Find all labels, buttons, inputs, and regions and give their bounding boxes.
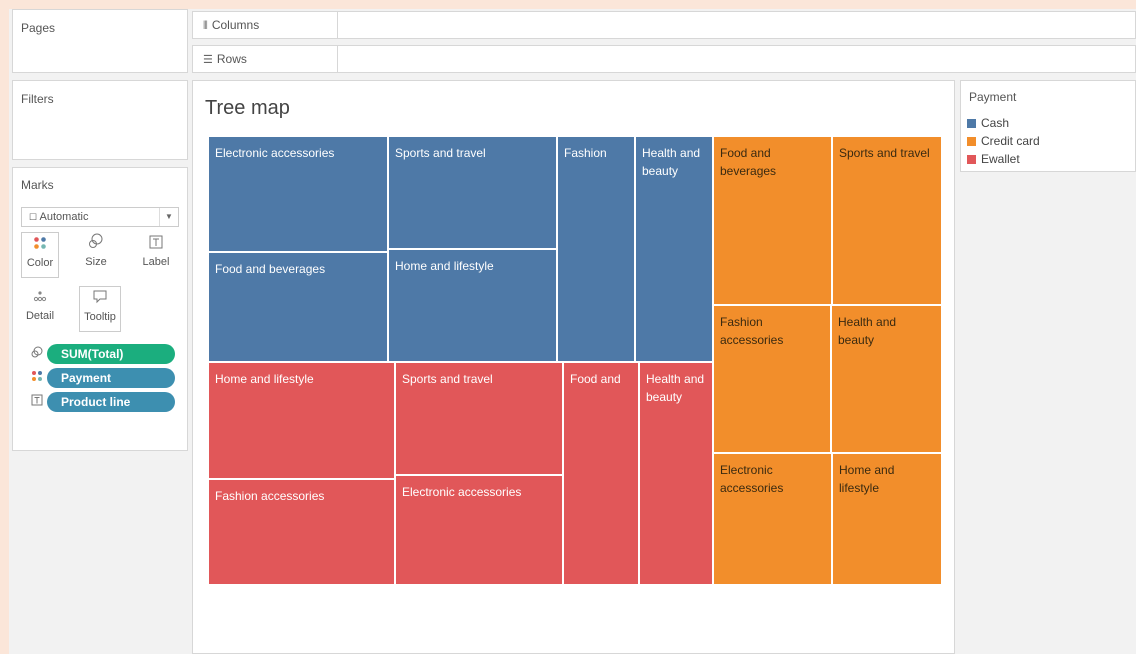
legend-label: Cash <box>981 116 1010 130</box>
color-button-label: Color <box>26 257 54 269</box>
size-button-label: Size <box>85 256 107 268</box>
columns-icon: ⦀ <box>203 20 208 32</box>
legend-item-credit-card[interactable]: Credit card <box>967 133 1040 149</box>
rows-icon: ☰ <box>203 54 213 66</box>
filters-title: Filters <box>21 92 54 106</box>
legend-item-cash[interactable]: Cash <box>967 115 1009 131</box>
legend-swatch <box>967 155 976 164</box>
detail-icon <box>21 286 59 310</box>
product-line-pill[interactable]: Product line <box>47 392 175 412</box>
label-icon <box>137 232 175 256</box>
legend-label: Ewallet <box>981 152 1020 166</box>
payment-pill[interactable]: Payment <box>47 368 175 388</box>
color-button[interactable]: Color <box>21 232 59 278</box>
detail-button[interactable]: Detail <box>21 286 59 332</box>
treemap-tile[interactable]: Fashion accessories <box>208 479 395 585</box>
treemap-tile[interactable]: Home and lifestyle <box>388 249 557 362</box>
legend-label: Credit card <box>981 134 1040 148</box>
treemap-tile[interactable]: Health and beauty <box>639 362 713 585</box>
legend-title: Payment <box>969 90 1017 104</box>
treemap-tile[interactable]: Health and beauty <box>635 136 713 362</box>
tooltip-button[interactable]: Tooltip <box>79 286 121 332</box>
detail-button-label: Detail <box>25 310 55 322</box>
color-icon <box>22 233 58 257</box>
payment-legend[interactable]: Payment Cash Credit card Ewallet <box>960 80 1136 172</box>
pages-title: Pages <box>21 21 56 35</box>
view-title: Tree map <box>205 97 290 119</box>
view-panel: Tree map Electronic accessories Food and… <box>192 80 955 654</box>
treemap-tile[interactable]: Electronic accessories <box>713 453 832 585</box>
marks-title: Marks <box>21 178 54 192</box>
size-icon <box>77 232 115 256</box>
label-button-label: Label <box>142 256 170 268</box>
chevron-down-icon[interactable]: ▼ <box>159 208 178 226</box>
filters-card[interactable]: Filters <box>12 80 188 160</box>
treemap-tile[interactable]: Sports and travel <box>832 136 942 305</box>
treemap-tile[interactable]: Fashion <box>557 136 635 362</box>
rows-shelf-label: ☰ Rows <box>193 46 338 72</box>
treemap-tile[interactable]: Home and lifestyle <box>832 453 942 585</box>
treemap-tile[interactable]: Food and <box>563 362 639 585</box>
treemap-tile[interactable]: Fashion accessories <box>713 305 831 453</box>
rows-shelf[interactable]: ☰ Rows <box>192 45 1136 73</box>
tooltip-icon <box>80 287 120 311</box>
label-icon <box>31 394 43 408</box>
treemap-tile[interactable]: Sports and travel <box>395 362 563 475</box>
legend-swatch <box>967 137 976 146</box>
tooltip-button-label: Tooltip <box>84 311 116 323</box>
treemap-tile[interactable]: Sports and travel <box>388 136 557 249</box>
color-icon <box>31 370 43 384</box>
pages-card[interactable]: Pages <box>12 9 188 73</box>
size-button[interactable]: Size <box>77 232 115 278</box>
label-button[interactable]: Label <box>137 232 175 278</box>
legend-swatch <box>967 119 976 128</box>
sum-total-pill[interactable]: SUM(Total) <box>47 344 175 364</box>
mark-type-dropdown[interactable]: ☐ Automatic ▼ <box>21 207 179 227</box>
columns-shelf[interactable]: ⦀ Columns <box>192 11 1136 39</box>
columns-shelf-label: ⦀ Columns <box>193 12 338 38</box>
mark-type-value: Automatic <box>39 211 89 223</box>
treemap-tile[interactable]: Electronic accessories <box>395 475 563 585</box>
treemap-tile[interactable]: Electronic accessories <box>208 136 388 252</box>
treemap-tile[interactable]: Food and beverages <box>208 252 388 362</box>
marks-card: Marks ☐ Automatic ▼ Color Size Label Det… <box>12 167 188 451</box>
mark-type-icon: ☐ <box>29 212 38 222</box>
rows-label-text: Rows <box>216 52 247 66</box>
legend-item-ewallet[interactable]: Ewallet <box>967 151 1020 167</box>
size-icon <box>31 346 43 360</box>
treemap-tile[interactable]: Food and beverages <box>713 136 832 305</box>
treemap-tile[interactable]: Health and beauty <box>831 305 942 453</box>
treemap-tile[interactable]: Home and lifestyle <box>208 362 395 479</box>
columns-label-text: Columns <box>211 18 260 32</box>
